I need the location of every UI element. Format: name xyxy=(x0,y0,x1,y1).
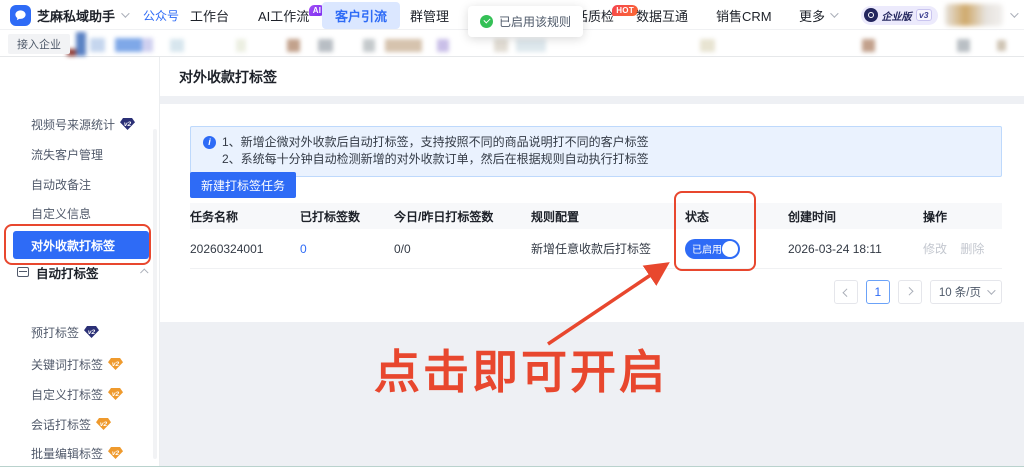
sidebar-section-auto-tagging[interactable]: 自动打标签 xyxy=(17,262,149,282)
rule-enabled-tooltip: 已启用该规则 xyxy=(468,6,584,37)
next-page-button[interactable] xyxy=(897,280,922,304)
sidebar-item-custom-info[interactable]: 自定义信息 xyxy=(31,203,91,223)
v2-gem-icon: v2 xyxy=(108,358,124,370)
brand[interactable]: 芝麻私域助手 公众号 xyxy=(10,0,179,30)
tab-ai-workflow[interactable]: AI工作流 AI xyxy=(258,0,326,30)
page-size-select[interactable]: 10 条/页 xyxy=(929,280,1002,304)
annotation-text: 点击即可开启 xyxy=(374,346,668,398)
folder-icon xyxy=(17,267,29,277)
v2-gem-icon: v2 xyxy=(84,326,100,338)
notice-banner: i 1、新增企微对外收款后自动打标签，支持按照不同的商品说明打不同的客户标签 2… xyxy=(190,126,1002,177)
chevron-down-icon[interactable] xyxy=(1010,9,1019,18)
page-title-bar: 对外收款打标签 xyxy=(160,57,1024,96)
notice-line-1: 1、新增企微对外收款后自动打标签，支持按照不同的商品说明打不同的客户标签 xyxy=(222,135,649,149)
success-check-icon xyxy=(480,15,493,28)
hot-badge: HOT xyxy=(612,4,639,16)
today-count: 0/0 xyxy=(394,241,411,256)
chevron-up-icon xyxy=(140,268,149,277)
main-content: 对外收款打标签 i 1、新增企微对外收款后自动打标签，支持按照不同的商品说明打不… xyxy=(160,57,1024,466)
v2-gem-icon: v2 xyxy=(108,447,124,459)
sidebar-item-churned-customers[interactable]: 流失客户管理 xyxy=(31,144,103,164)
tab-ai-workflow-label: AI工作流 AI xyxy=(258,4,326,25)
edit-link[interactable]: 修改 xyxy=(923,242,947,256)
tasks-table: 任务名称 已打标签数 今日/昨日打标签数 规则配置 状态 创建时间 操作 202… xyxy=(190,203,1002,269)
app-window: 芝麻私域助手 公众号 工作台 AI工作流 AI 客户引流 群管理 会话质检 HOT … xyxy=(0,0,1024,467)
page-title: 对外收款打标签 xyxy=(179,68,277,85)
tagged-count-link[interactable]: 0 xyxy=(300,242,307,256)
tab-workbench[interactable]: 工作台 xyxy=(190,0,229,30)
col-task-name: 任务名称 xyxy=(190,209,239,224)
sidebar: 视频号来源统计v2 流失客户管理 自动改备注 自定义信息 客户unionID 自… xyxy=(0,57,160,466)
v2-gem-icon: v2 xyxy=(120,118,136,130)
plan-badge: 企业版 v3 xyxy=(860,5,938,25)
chevron-down-icon[interactable] xyxy=(121,9,130,18)
col-actions: 操作 xyxy=(923,209,948,224)
brand-subtitle-link[interactable]: 公众号 xyxy=(143,7,179,24)
info-icon: i xyxy=(203,136,216,149)
sidebar-item-payment-tagging[interactable]: 对外收款打标签 xyxy=(13,231,149,259)
avatar[interactable] xyxy=(945,4,1003,26)
sidebar-item-pre-tagging[interactable]: 预打标签 v2 xyxy=(31,322,100,342)
content-card: i 1、新增企微对外收款后自动打标签，支持按照不同的商品说明打不同的客户标签 2… xyxy=(160,104,1024,322)
col-rule-config: 规则配置 xyxy=(531,209,580,224)
sidebar-item-custom-tagging[interactable]: 自定义打标签 v2 xyxy=(31,384,124,404)
tab-group-management[interactable]: 群管理 xyxy=(410,0,449,30)
chevron-down-icon xyxy=(987,286,996,295)
sidebar-item-chat-tagging[interactable]: 会话打标签 v2 xyxy=(31,414,112,434)
account-area[interactable]: 企业版 v3 xyxy=(860,0,1019,30)
tab-customer-acquisition[interactable]: 客户引流 xyxy=(322,0,401,30)
table-row: 20260324001 0 0/0 新增任意收款后打标签 已启用 2026-03… xyxy=(190,229,1002,269)
task-name: 20260324001 xyxy=(190,241,264,256)
v2-gem-icon: v2 xyxy=(108,388,124,400)
prev-page-button[interactable] xyxy=(833,280,858,304)
tab-data-exchange[interactable]: 数据互通 xyxy=(636,0,688,30)
version-badge: v3 xyxy=(915,9,932,21)
col-today-count: 今日/昨日打标签数 xyxy=(394,209,494,224)
brand-name: 芝麻私域助手 xyxy=(37,8,116,24)
tab-more[interactable]: 更多 xyxy=(799,0,839,30)
table-header-row: 任务名称 已打标签数 今日/昨日打标签数 规则配置 状态 创建时间 操作 xyxy=(190,203,1002,229)
chevron-right-icon xyxy=(904,287,914,296)
col-tagged-count: 已打标签数 xyxy=(300,209,361,224)
tab-sales-crm[interactable]: 销售CRM xyxy=(716,0,772,30)
connect-enterprise-button[interactable]: 接入企业 xyxy=(8,34,70,54)
sidebar-item-video-source-stats[interactable]: 视频号来源统计 v2 xyxy=(31,114,136,134)
col-created-time: 创建时间 xyxy=(788,209,837,224)
delete-link[interactable]: 删除 xyxy=(960,242,984,256)
v2-gem-icon: v2 xyxy=(96,418,112,430)
status-toggle-label: 已启用 xyxy=(692,245,722,256)
status-toggle[interactable]: 已启用 xyxy=(685,238,740,259)
chevron-left-icon xyxy=(842,288,851,297)
chevron-down-icon xyxy=(830,9,839,18)
plan-icon xyxy=(863,8,878,22)
created-time: 2026-03-24 18:11 xyxy=(788,241,882,256)
app-logo-icon xyxy=(10,4,31,26)
sidebar-item-keyword-tagging[interactable]: 关键词打标签 v2 xyxy=(31,354,124,374)
notice-line-2: 2、系统每十分钟自动检测新增的对外收款订单，然后在根据规则自动执行打标签 xyxy=(222,152,649,166)
pagination: 1 10 条/页 xyxy=(833,280,1002,304)
create-task-button[interactable]: 新建打标签任务 xyxy=(190,172,297,198)
sidebar-scrollbar[interactable] xyxy=(153,129,157,459)
tooltip-text: 已启用该规则 xyxy=(499,15,572,29)
col-status: 状态 xyxy=(685,209,710,224)
sidebar-item-batch-edit-tags[interactable]: 批量编辑标签 v2 xyxy=(31,443,124,463)
toggle-knob xyxy=(722,240,738,257)
sidebar-item-auto-remark[interactable]: 自动改备注 xyxy=(31,174,91,194)
rule-config: 新增任意收款后打标签 xyxy=(531,242,652,256)
page-number-button[interactable]: 1 xyxy=(865,280,890,304)
